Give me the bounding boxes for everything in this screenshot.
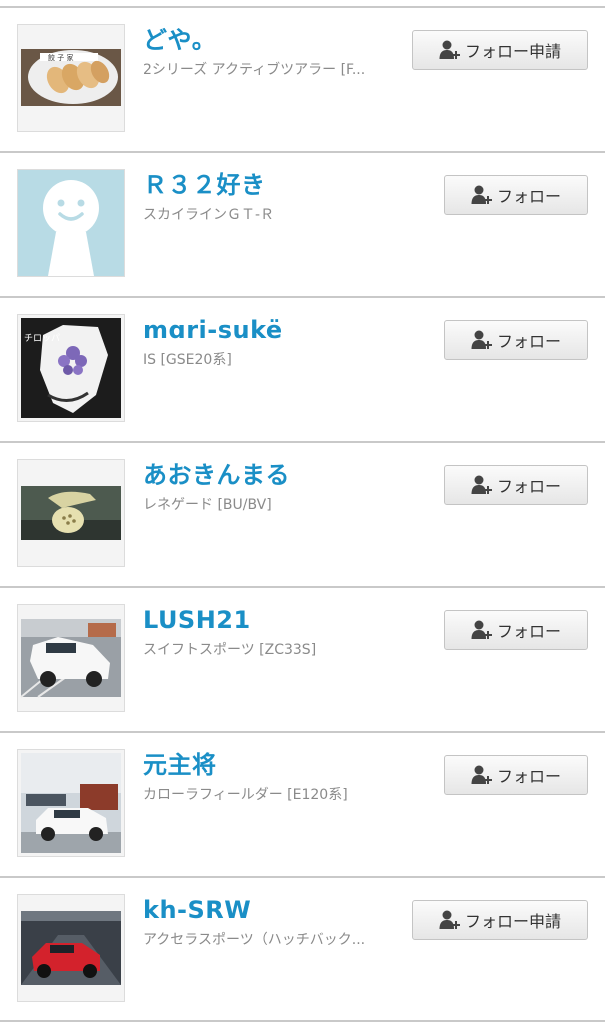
user-name[interactable]: 元主将 xyxy=(143,750,413,780)
follow-button-label: フォロー xyxy=(496,187,561,206)
user-avatar[interactable] xyxy=(17,894,125,1002)
user-list: 餃 子 家 どや。 2シリーズ アクティブツアラー [F... フォロー申請 Ｒ… xyxy=(0,0,605,1024)
user-row[interactable]: LUSH21 スイフトスポーツ [ZC33S] フォロー xyxy=(0,586,605,731)
user-name[interactable]: あおきんまる xyxy=(143,460,413,490)
follow-button-label: フォロー申請 xyxy=(464,912,561,931)
user-avatar[interactable] xyxy=(17,604,125,712)
follow-button-label: フォロー申請 xyxy=(464,42,561,61)
default-avatar-icon xyxy=(18,170,124,276)
follow-button-label: フォロー xyxy=(496,767,561,786)
user-row[interactable]: あおきんまる レネゲード [BU/BV] フォロー xyxy=(0,441,605,586)
follow-button[interactable]: フォロー xyxy=(444,465,588,505)
follow-button[interactable]: フォロー xyxy=(444,610,588,650)
user-avatar[interactable]: 餃 子 家 xyxy=(17,24,125,132)
user-car: アクセラスポーツ（ハッチバック... xyxy=(143,932,366,948)
user-plus-icon xyxy=(471,765,492,784)
user-car: 2シリーズ アクティブツアラー [F... xyxy=(143,62,366,78)
user-plus-icon xyxy=(439,40,460,59)
user-plus-icon xyxy=(471,475,492,494)
user-avatar[interactable] xyxy=(17,749,125,857)
user-avatar[interactable]: チロッパ xyxy=(17,314,125,422)
user-info: mɑri-sukë IS [GSE20系] xyxy=(143,315,413,369)
svg-text:餃 子 家: 餃 子 家 xyxy=(48,53,73,62)
user-plus-icon xyxy=(471,620,492,639)
follow-button-label: フォロー xyxy=(496,332,561,351)
follow-request-button[interactable]: フォロー申請 xyxy=(412,900,588,940)
user-row[interactable]: チロッパ mɑri-sukë IS [GSE20系] フォロー xyxy=(0,296,605,441)
user-row[interactable]: 餃 子 家 どや。 2シリーズ アクティブツアラー [F... フォロー申請 xyxy=(0,6,605,151)
avatar-photo xyxy=(18,750,124,856)
follow-button[interactable]: フォロー xyxy=(444,175,588,215)
user-info: Ｒ３２好き スカイラインＧＴ-Ｒ xyxy=(143,170,413,224)
follow-request-button[interactable]: フォロー申請 xyxy=(412,30,588,70)
follow-button-label: フォロー xyxy=(496,622,561,641)
user-row[interactable]: 元主将 カローラフィールダー [E120系] フォロー xyxy=(0,731,605,876)
user-row[interactable]: Ｒ３２好き スカイラインＧＴ-Ｒ フォロー xyxy=(0,151,605,296)
user-car: スカイラインＧＴ-Ｒ xyxy=(143,207,275,223)
user-car: スイフトスポーツ [ZC33S] xyxy=(143,642,317,658)
user-avatar[interactable] xyxy=(17,169,125,277)
follow-button[interactable]: フォロー xyxy=(444,320,588,360)
user-avatar[interactable] xyxy=(17,459,125,567)
avatar-photo: 餃 子 家 xyxy=(18,25,124,131)
user-info: kh-SRW アクセラスポーツ（ハッチバック... xyxy=(143,895,413,949)
user-car: IS [GSE20系] xyxy=(143,352,232,368)
avatar-photo xyxy=(18,460,124,566)
follow-button[interactable]: フォロー xyxy=(444,755,588,795)
user-name[interactable]: LUSH21 xyxy=(143,605,413,635)
follow-button-label: フォロー xyxy=(496,477,561,496)
user-info: あおきんまる レネゲード [BU/BV] xyxy=(143,460,413,514)
user-row[interactable]: kh-SRW アクセラスポーツ（ハッチバック... フォロー申請 xyxy=(0,876,605,1022)
user-car: カローラフィールダー [E120系] xyxy=(143,787,348,803)
avatar-caption: チロッパ xyxy=(24,333,60,344)
user-plus-icon xyxy=(439,910,460,929)
user-plus-icon xyxy=(471,185,492,204)
user-plus-icon xyxy=(471,330,492,349)
user-name[interactable]: どや。 xyxy=(143,25,413,55)
user-car: レネゲード [BU/BV] xyxy=(143,497,272,513)
user-name[interactable]: kh-SRW xyxy=(143,895,413,925)
user-name[interactable]: mɑri-sukë xyxy=(143,315,413,345)
user-info: 元主将 カローラフィールダー [E120系] xyxy=(143,750,413,804)
user-info: どや。 2シリーズ アクティブツアラー [F... xyxy=(143,25,413,79)
user-info: LUSH21 スイフトスポーツ [ZC33S] xyxy=(143,605,413,659)
avatar-photo xyxy=(18,605,124,711)
avatar-photo: チロッパ xyxy=(18,315,124,421)
avatar-photo xyxy=(18,895,124,1001)
user-name[interactable]: Ｒ３２好き xyxy=(143,170,413,200)
